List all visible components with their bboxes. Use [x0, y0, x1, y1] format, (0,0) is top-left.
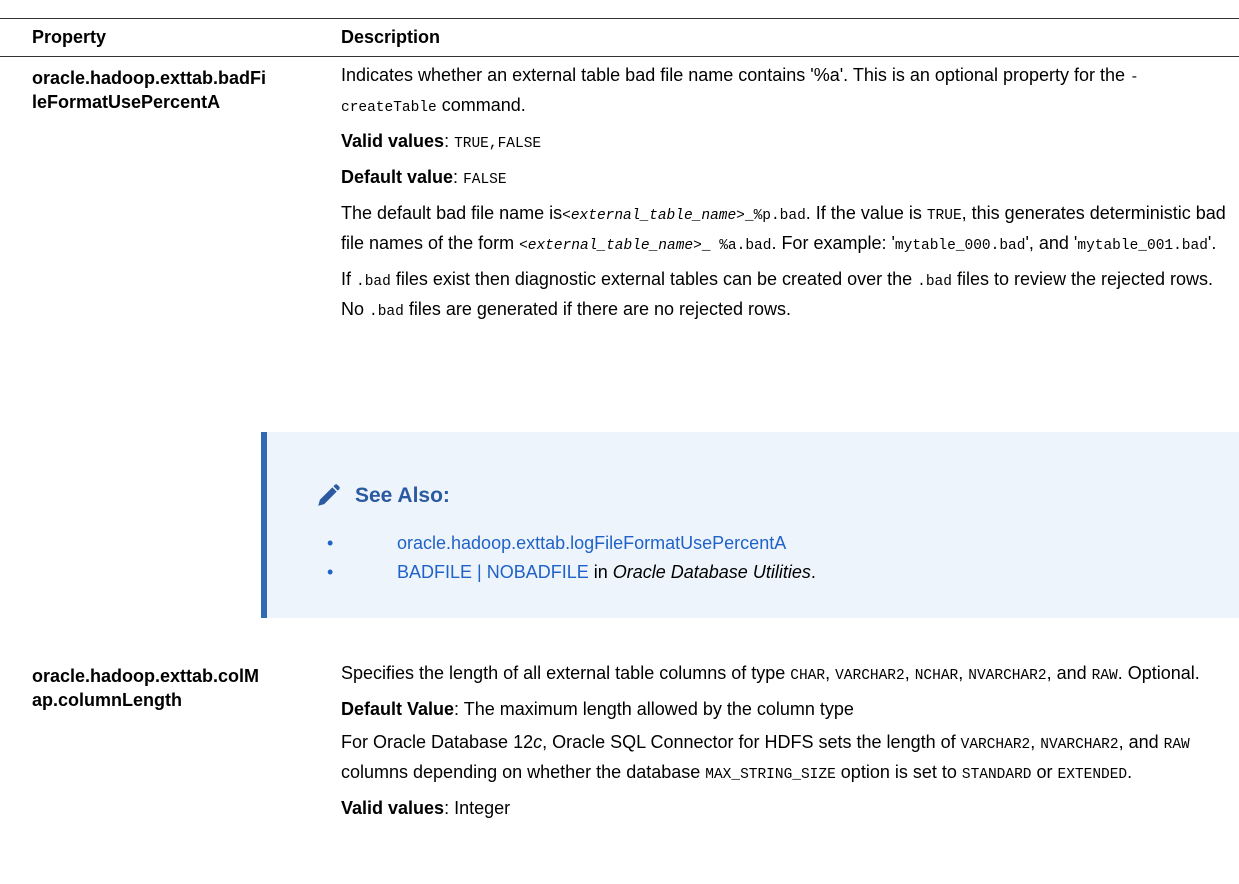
see-also-list: • oracle.hadoop.exttab.logFileFormatUseP… [327, 530, 816, 588]
link-badfile-nobadfile[interactable]: BADFILE | NOBADFILE [397, 562, 589, 582]
pencil-icon [318, 483, 340, 506]
valid-values-line: Valid values: TRUE,FALSE [341, 131, 542, 152]
property-name-column-length: oracle.hadoop.exttab.colM ap.columnLengt… [32, 666, 260, 710]
description-paragraph: If .bad files exist then diagnostic exte… [341, 269, 1214, 320]
see-also-box: See Also: • oracle.hadoop.exttab.logFile… [261, 432, 1239, 618]
see-also-title: See Also: [315, 482, 450, 509]
table-top-rule [0, 18, 1239, 19]
valid-values-line: Valid values: Integer [341, 798, 511, 818]
description-paragraph: The default bad file name is<external_ta… [341, 203, 1226, 254]
bullet: • [327, 562, 334, 582]
default-value-line: Default value: FALSE [341, 167, 507, 188]
description-badfile-format: Indicates whether an external table bad … [341, 62, 1231, 332]
table-header-rule [0, 56, 1239, 57]
description-column-length: Specifies the length of all external tab… [341, 660, 1231, 828]
property-name-badfile-format: oracle.hadoop.exttab.badFi leFormatUsePe… [32, 68, 267, 112]
description-paragraph: For Oracle Database 12c, Oracle SQL Conn… [341, 732, 1190, 783]
list-item: • BADFILE | NOBADFILE in Oracle Database… [327, 559, 816, 588]
link-logfile-format[interactable]: oracle.hadoop.exttab.logFileFormatUsePer… [397, 533, 786, 553]
default-value-line: Default Value: The maximum length allowe… [341, 699, 854, 719]
column-header-property: Property [32, 27, 107, 47]
column-header-description: Description [341, 27, 441, 47]
description-paragraph: Specifies the length of all external tab… [341, 663, 1200, 684]
description-paragraph: Indicates whether an external table bad … [341, 65, 1139, 116]
bullet: • [327, 533, 334, 553]
list-item: • oracle.hadoop.exttab.logFileFormatUseP… [327, 530, 816, 559]
